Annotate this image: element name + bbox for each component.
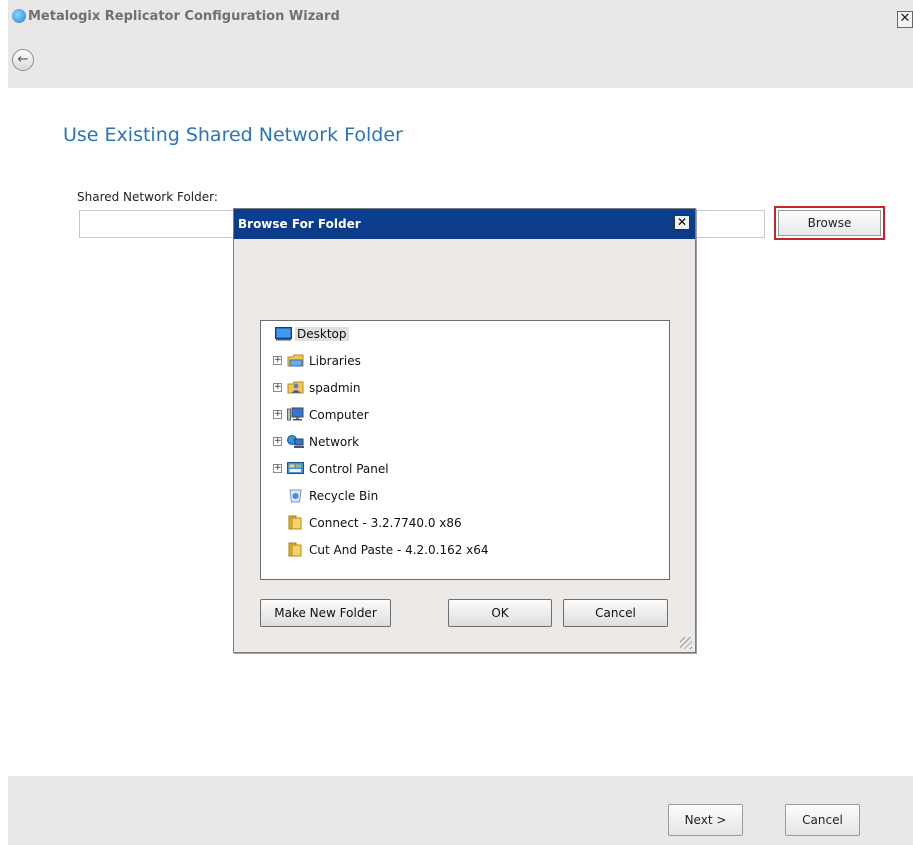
wizard-footer: Next > Cancel (8, 776, 913, 845)
make-new-folder-button[interactable]: Make New Folder (260, 599, 391, 627)
expand-icon[interactable]: + (273, 356, 282, 365)
shared-folder-label: Shared Network Folder: (77, 190, 218, 204)
app-logo-icon (12, 9, 26, 23)
folder-tree[interactable]: Desktop + Libraries + spadmin + Computer… (260, 320, 670, 580)
tree-item-control-panel[interactable]: + Control Panel (273, 458, 391, 480)
next-button[interactable]: Next > (668, 804, 743, 836)
tree-item-label: Cut And Paste - 4.2.0.162 x64 (309, 543, 489, 557)
libraries-icon (287, 354, 304, 367)
browse-button[interactable]: Browse (774, 206, 885, 240)
browse-button-label: Browse (778, 210, 881, 236)
tree-item-folder[interactable]: Cut And Paste - 4.2.0.162 x64 (287, 539, 491, 561)
ok-button[interactable]: OK (448, 599, 552, 627)
back-arrow-icon: ← (17, 52, 29, 67)
tree-item-label: Libraries (309, 354, 361, 368)
tree-item-network[interactable]: + Network (273, 431, 361, 453)
nav-bar: ← (8, 34, 913, 88)
tree-item-label: Connect - 3.2.7740.0 x86 (309, 516, 462, 530)
dialog-title: Browse For Folder (238, 217, 361, 231)
tree-item-computer[interactable]: + Computer (273, 404, 371, 426)
tree-item-label: Desktop (295, 327, 349, 341)
expand-icon[interactable]: + (273, 437, 282, 446)
dialog-close-button[interactable]: ✕ (674, 215, 690, 230)
tree-item-label: spadmin (309, 381, 361, 395)
window-close-button[interactable]: ✕ (897, 11, 913, 28)
window-title: Metalogix Replicator Configuration Wizar… (28, 9, 340, 24)
computer-icon (287, 407, 304, 421)
back-button[interactable]: ← (12, 49, 34, 71)
page-title: Use Existing Shared Network Folder (63, 124, 403, 146)
tree-item-folder[interactable]: Connect - 3.2.7740.0 x86 (287, 512, 464, 534)
title-bar: Metalogix Replicator Configuration Wizar… (8, 0, 913, 34)
tree-item-libraries[interactable]: + Libraries (273, 350, 363, 372)
cancel-button[interactable]: Cancel (785, 804, 860, 836)
tree-item-label: Network (309, 435, 360, 449)
tree-item-recycle-bin[interactable]: Recycle Bin (287, 485, 380, 507)
tree-item-desktop[interactable]: Desktop (275, 323, 349, 345)
expand-icon[interactable]: + (273, 383, 282, 392)
dialog-title-bar: Browse For Folder ✕ (234, 209, 695, 239)
folder-icon (288, 515, 302, 530)
tree-item-label: Computer (309, 408, 369, 422)
tree-item-spadmin[interactable]: + spadmin (273, 377, 362, 399)
tree-item-label: Recycle Bin (309, 489, 379, 503)
expand-icon[interactable]: + (273, 464, 282, 473)
folder-icon (288, 542, 302, 557)
user-folder-icon (287, 381, 304, 394)
resize-grip-icon[interactable] (680, 637, 692, 649)
expand-icon[interactable]: + (273, 410, 282, 419)
dialog-cancel-button[interactable]: Cancel (563, 599, 668, 627)
desktop-icon (275, 327, 292, 341)
control-panel-icon (287, 462, 304, 474)
browse-for-folder-dialog: Browse For Folder ✕ Desktop + Libraries … (233, 208, 696, 653)
recycle-bin-icon (289, 489, 302, 503)
tree-item-label: Control Panel (309, 462, 389, 476)
network-icon (287, 435, 304, 448)
